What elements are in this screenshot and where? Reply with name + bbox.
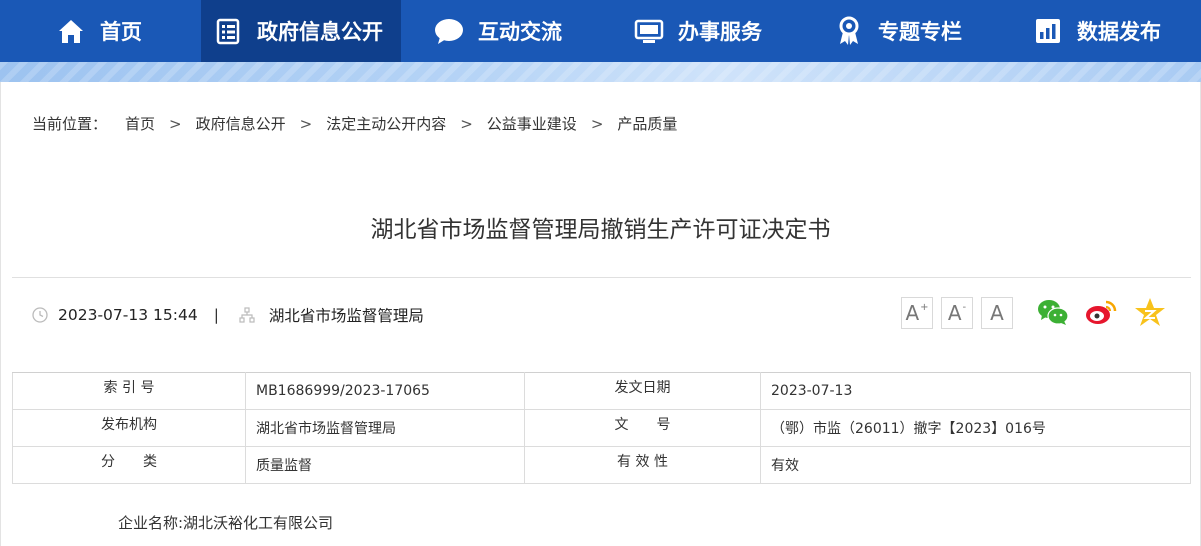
nav-item-label: 首页 — [100, 20, 142, 44]
share-weibo-button[interactable] — [1084, 297, 1118, 331]
nav-item-gov-info[interactable]: 政府信息公开 — [201, 0, 401, 62]
nav-decorative-band — [0, 62, 1201, 82]
value-index-number: MB1686999/2023-17065 — [245, 372, 525, 410]
document-list-icon — [213, 16, 243, 46]
publisher: 湖北省市场监督管理局 — [268, 307, 424, 325]
table-row: 索 引 号 MB1686999/2023-17065 发文日期 2023-07-… — [12, 372, 1191, 410]
nav-item-label: 专题专栏 — [878, 20, 962, 44]
value-validity: 有效 — [760, 446, 1191, 484]
breadcrumb-separator: > — [299, 114, 313, 133]
breadcrumb: 当前位置： 首页 > 政府信息公开 > 法定主动公开内容 > 公益事业建设 > … — [32, 113, 677, 134]
meta-separator: | — [213, 306, 219, 324]
breadcrumb-public-welfare[interactable]: 公益事业建设 — [487, 113, 577, 134]
nav-item-label: 数据发布 — [1077, 20, 1161, 44]
breadcrumb-lead: 当前位置： — [32, 115, 108, 133]
wechat-icon — [1036, 297, 1070, 331]
table-row: 分 类 质量监督 有 效 性 有效 — [12, 446, 1191, 484]
nav-item-label: 办事服务 — [678, 20, 762, 44]
nav-item-interaction[interactable]: 互动交流 — [434, 0, 562, 62]
value-category: 质量监督 — [245, 446, 525, 484]
font-normal-button[interactable]: A — [981, 297, 1013, 329]
qzone-icon — [1134, 297, 1166, 331]
publish-datetime: 2023-07-13 15:44 — [58, 306, 198, 324]
font-normal-label: A — [990, 301, 1004, 325]
nav-item-services[interactable]: 办事服务 — [634, 0, 762, 62]
value-doc-number: （鄂）市监（26011）撤字【2023】016号 — [760, 409, 1191, 447]
label-index-number: 索 引 号 — [12, 372, 246, 410]
label-category: 分 类 — [12, 446, 246, 484]
value-publisher: 湖北省市场监督管理局 — [245, 409, 525, 447]
chat-bubble-icon — [434, 16, 464, 46]
award-badge-icon — [834, 16, 864, 46]
nav-item-label: 互动交流 — [478, 20, 562, 44]
font-larger-button[interactable]: A + — [901, 297, 933, 329]
label-doc-number: 文 号 — [524, 409, 761, 447]
label-publisher: 发布机构 — [12, 409, 246, 447]
breadcrumb-separator: > — [590, 114, 604, 133]
font-larger-label: A — [905, 301, 920, 325]
font-smaller-mark: - — [962, 301, 967, 313]
bar-chart-icon — [1033, 16, 1063, 46]
weibo-icon — [1084, 297, 1118, 331]
nav-item-label: 政府信息公开 — [257, 20, 383, 44]
page-title: 湖北省市场监督管理局撤销生产许可证决定书 — [370, 217, 831, 243]
company-name-line: 企业名称:湖北沃裕化工有限公司 — [118, 514, 334, 532]
org-chart-icon — [239, 307, 255, 323]
share-wechat-button[interactable] — [1036, 297, 1070, 331]
clock-icon — [32, 307, 48, 323]
document-info-table: 索 引 号 MB1686999/2023-17065 发文日期 2023-07-… — [12, 372, 1191, 484]
breadcrumb-statutory[interactable]: 法定主动公开内容 — [326, 113, 446, 134]
share-qzone-button[interactable] — [1133, 297, 1167, 331]
breadcrumb-gov-info[interactable]: 政府信息公开 — [196, 113, 286, 134]
article-meta: 2023-07-13 15:44 | 湖北省市场监督管理局 — [32, 304, 424, 326]
nav-item-topics[interactable]: 专题专栏 — [834, 0, 962, 62]
breadcrumb-product-quality[interactable]: 产品质量 — [617, 113, 677, 134]
label-validity: 有 效 性 — [524, 446, 761, 484]
font-smaller-label: A — [947, 301, 962, 325]
nav-item-home[interactable]: 首页 — [56, 0, 142, 62]
main-nav: 首页 政府信息公开 互动交流 办事服务 专题专栏 数据发布 — [0, 0, 1201, 62]
title-divider — [12, 277, 1191, 278]
font-smaller-button[interactable]: A- — [941, 297, 973, 329]
table-row: 发布机构 湖北省市场监督管理局 文 号 （鄂）市监（26011）撤字【2023】… — [12, 409, 1191, 447]
label-issue-date: 发文日期 — [524, 372, 761, 410]
monitor-icon — [634, 16, 664, 46]
font-larger-mark: + — [920, 301, 929, 313]
value-issue-date: 2023-07-13 — [760, 372, 1191, 410]
home-icon — [56, 16, 86, 46]
breadcrumb-home[interactable]: 首页 — [125, 113, 155, 134]
breadcrumb-separator: > — [169, 114, 182, 133]
nav-item-data[interactable]: 数据发布 — [1033, 0, 1161, 62]
breadcrumb-separator: > — [460, 114, 473, 133]
